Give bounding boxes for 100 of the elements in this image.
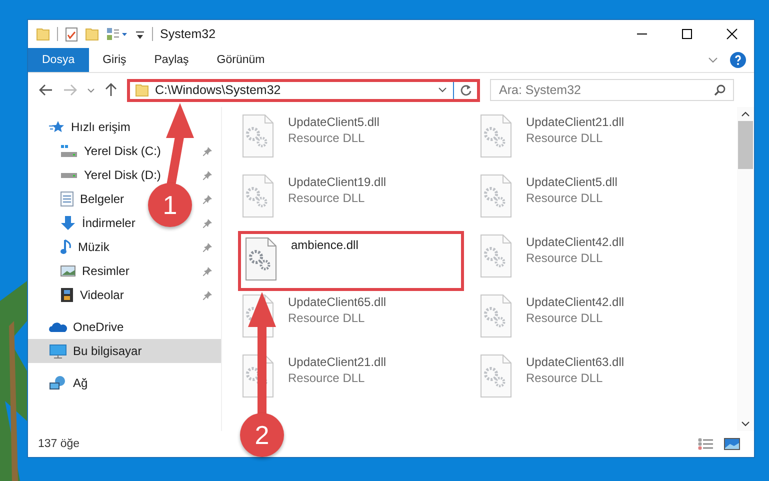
pin-icon[interactable]	[203, 266, 213, 276]
sidebar-label: Yerel Disk (D:)	[84, 168, 161, 182]
file-name: UpdateClient21.dll	[288, 355, 386, 369]
dropdown-chevron-icon[interactable]	[438, 87, 447, 93]
folder-icon[interactable]	[36, 27, 50, 41]
refresh-icon[interactable]	[460, 84, 472, 96]
file-type: Resource DLL	[288, 191, 366, 205]
file-name: UpdateClient65.dll	[288, 295, 386, 309]
ribbon-tab[interactable]: Paylaş	[140, 48, 203, 72]
document-icon	[60, 191, 74, 207]
sidebar-item[interactable]: Resimler	[60, 264, 130, 278]
file-name: UpdateClient42.dll	[526, 295, 624, 309]
sidebar-label: Yerel Disk (C:)	[84, 144, 161, 158]
recent-locations-icon[interactable]	[87, 88, 95, 92]
sidebar-item[interactable]: Belgeler	[60, 191, 124, 207]
ribbon-tab[interactable]: Görünüm	[202, 48, 279, 72]
film-icon	[60, 287, 74, 303]
help-icon[interactable]	[730, 52, 746, 68]
new-folder-icon[interactable]	[85, 27, 99, 41]
file-item[interactable]: UpdateClient5.dll Resource DLL	[476, 171, 702, 231]
gear-file-icon	[242, 174, 274, 218]
file-item[interactable]: UpdateClient42.dll Resource DLL	[476, 291, 702, 351]
sidebar-label: İndirmeler	[82, 216, 136, 230]
sidebar-item[interactable]: Videolar	[60, 287, 124, 303]
sidebar-label: Hızlı erişim	[71, 120, 130, 134]
sidebar-item[interactable]: Yerel Disk (D:)	[60, 168, 161, 182]
file-type: Resource DLL	[526, 131, 604, 145]
pin-icon[interactable]	[203, 146, 213, 156]
sidebar-item[interactable]: Bu bilgisayar	[28, 339, 221, 363]
gear-file-icon	[480, 294, 512, 338]
folder-icon	[135, 83, 149, 97]
sidebar-item[interactable]: Ağ	[28, 371, 221, 395]
sidebar-item[interactable]: OneDrive	[28, 315, 221, 339]
file-type: Resource DLL	[526, 371, 604, 385]
file-item[interactable]: ambience.dll	[238, 231, 464, 291]
sidebar-label: Müzik	[78, 240, 110, 254]
file-item[interactable]: UpdateClient5.dll Resource DLL	[238, 111, 464, 171]
file-item[interactable]: UpdateClient21.dll Resource DLL	[238, 351, 464, 411]
ribbon-tab[interactable]: Dosya	[28, 48, 89, 72]
details-view-icon[interactable]	[698, 438, 714, 450]
star-icon	[49, 120, 65, 134]
sidebar-label: Videolar	[80, 288, 124, 302]
sidebar-item[interactable]: Yerel Disk (C:)	[60, 144, 161, 158]
sidebar-label: Resimler	[82, 264, 130, 278]
file-type: Resource DLL	[288, 131, 366, 145]
file-name: UpdateClient19.dll	[288, 175, 386, 189]
file-name: UpdateClient5.dll	[288, 115, 380, 129]
item-count: 137 öğe	[38, 438, 80, 450]
scroll-down-icon[interactable]	[741, 421, 750, 427]
address-path: C:\Windows\System32	[155, 83, 282, 97]
forward-arrow-icon[interactable]	[63, 84, 77, 96]
network-icon	[49, 375, 67, 391]
pin-icon[interactable]	[203, 218, 213, 228]
expand-ribbon-icon[interactable]	[708, 57, 718, 63]
close-icon	[726, 28, 738, 40]
sidebar-item[interactable]: İndirmeler	[60, 215, 136, 231]
file-item[interactable]: UpdateClient42.dll Resource DLL	[476, 231, 702, 291]
gear-file-icon	[245, 237, 277, 281]
file-type: Resource DLL	[526, 311, 604, 325]
ribbon-tab[interactable]: Giriş	[88, 48, 140, 72]
file-item[interactable]: UpdateClient63.dll Resource DLL	[476, 351, 702, 411]
file-type: Resource DLL	[288, 311, 366, 325]
drive-icon	[60, 171, 78, 179]
music-note-icon	[60, 239, 72, 255]
large-icons-view-icon[interactable]	[724, 438, 740, 450]
file-name: UpdateClient42.dll	[526, 235, 624, 249]
sidebar-label: Bu bilgisayar	[73, 344, 142, 358]
scroll-thumb[interactable]	[738, 121, 753, 169]
file-name: UpdateClient21.dll	[526, 115, 624, 129]
sidebar-item[interactable]: Hızlı erişim	[28, 115, 221, 139]
sidebar-label: Ağ	[73, 376, 88, 390]
file-item[interactable]: UpdateClient21.dll Resource DLL	[476, 111, 702, 171]
up-arrow-icon[interactable]	[105, 83, 117, 97]
cloud-icon	[49, 321, 67, 333]
search-field[interactable]: Ara: System32	[490, 79, 734, 101]
search-icon	[714, 84, 726, 96]
file-name: UpdateClient5.dll	[526, 175, 618, 189]
down-arrow-icon	[60, 215, 76, 231]
address-bar[interactable]: C:\Windows\System32	[127, 78, 480, 102]
view-dropdown-icon[interactable]	[106, 27, 128, 41]
sidebar-item[interactable]: Müzik	[60, 239, 110, 255]
gear-file-icon	[242, 354, 274, 398]
properties-icon[interactable]	[65, 26, 78, 42]
pin-icon[interactable]	[203, 170, 213, 180]
monitor-icon	[49, 344, 67, 358]
pin-icon[interactable]	[203, 242, 213, 252]
scroll-up-icon[interactable]	[741, 111, 750, 117]
pin-icon[interactable]	[203, 194, 213, 204]
file-type: Resource DLL	[526, 251, 604, 265]
file-name: UpdateClient63.dll	[526, 355, 624, 369]
back-arrow-icon[interactable]	[39, 84, 53, 96]
window-title: System32	[160, 27, 216, 41]
file-item[interactable]: UpdateClient19.dll Resource DLL	[238, 171, 464, 231]
scrollbar[interactable]	[737, 107, 754, 431]
sidebar-label: OneDrive	[73, 320, 124, 334]
gear-file-icon	[480, 354, 512, 398]
gear-file-icon	[480, 234, 512, 278]
pin-icon[interactable]	[203, 290, 213, 300]
file-type: Resource DLL	[288, 371, 366, 385]
file-type: Resource DLL	[526, 191, 604, 205]
